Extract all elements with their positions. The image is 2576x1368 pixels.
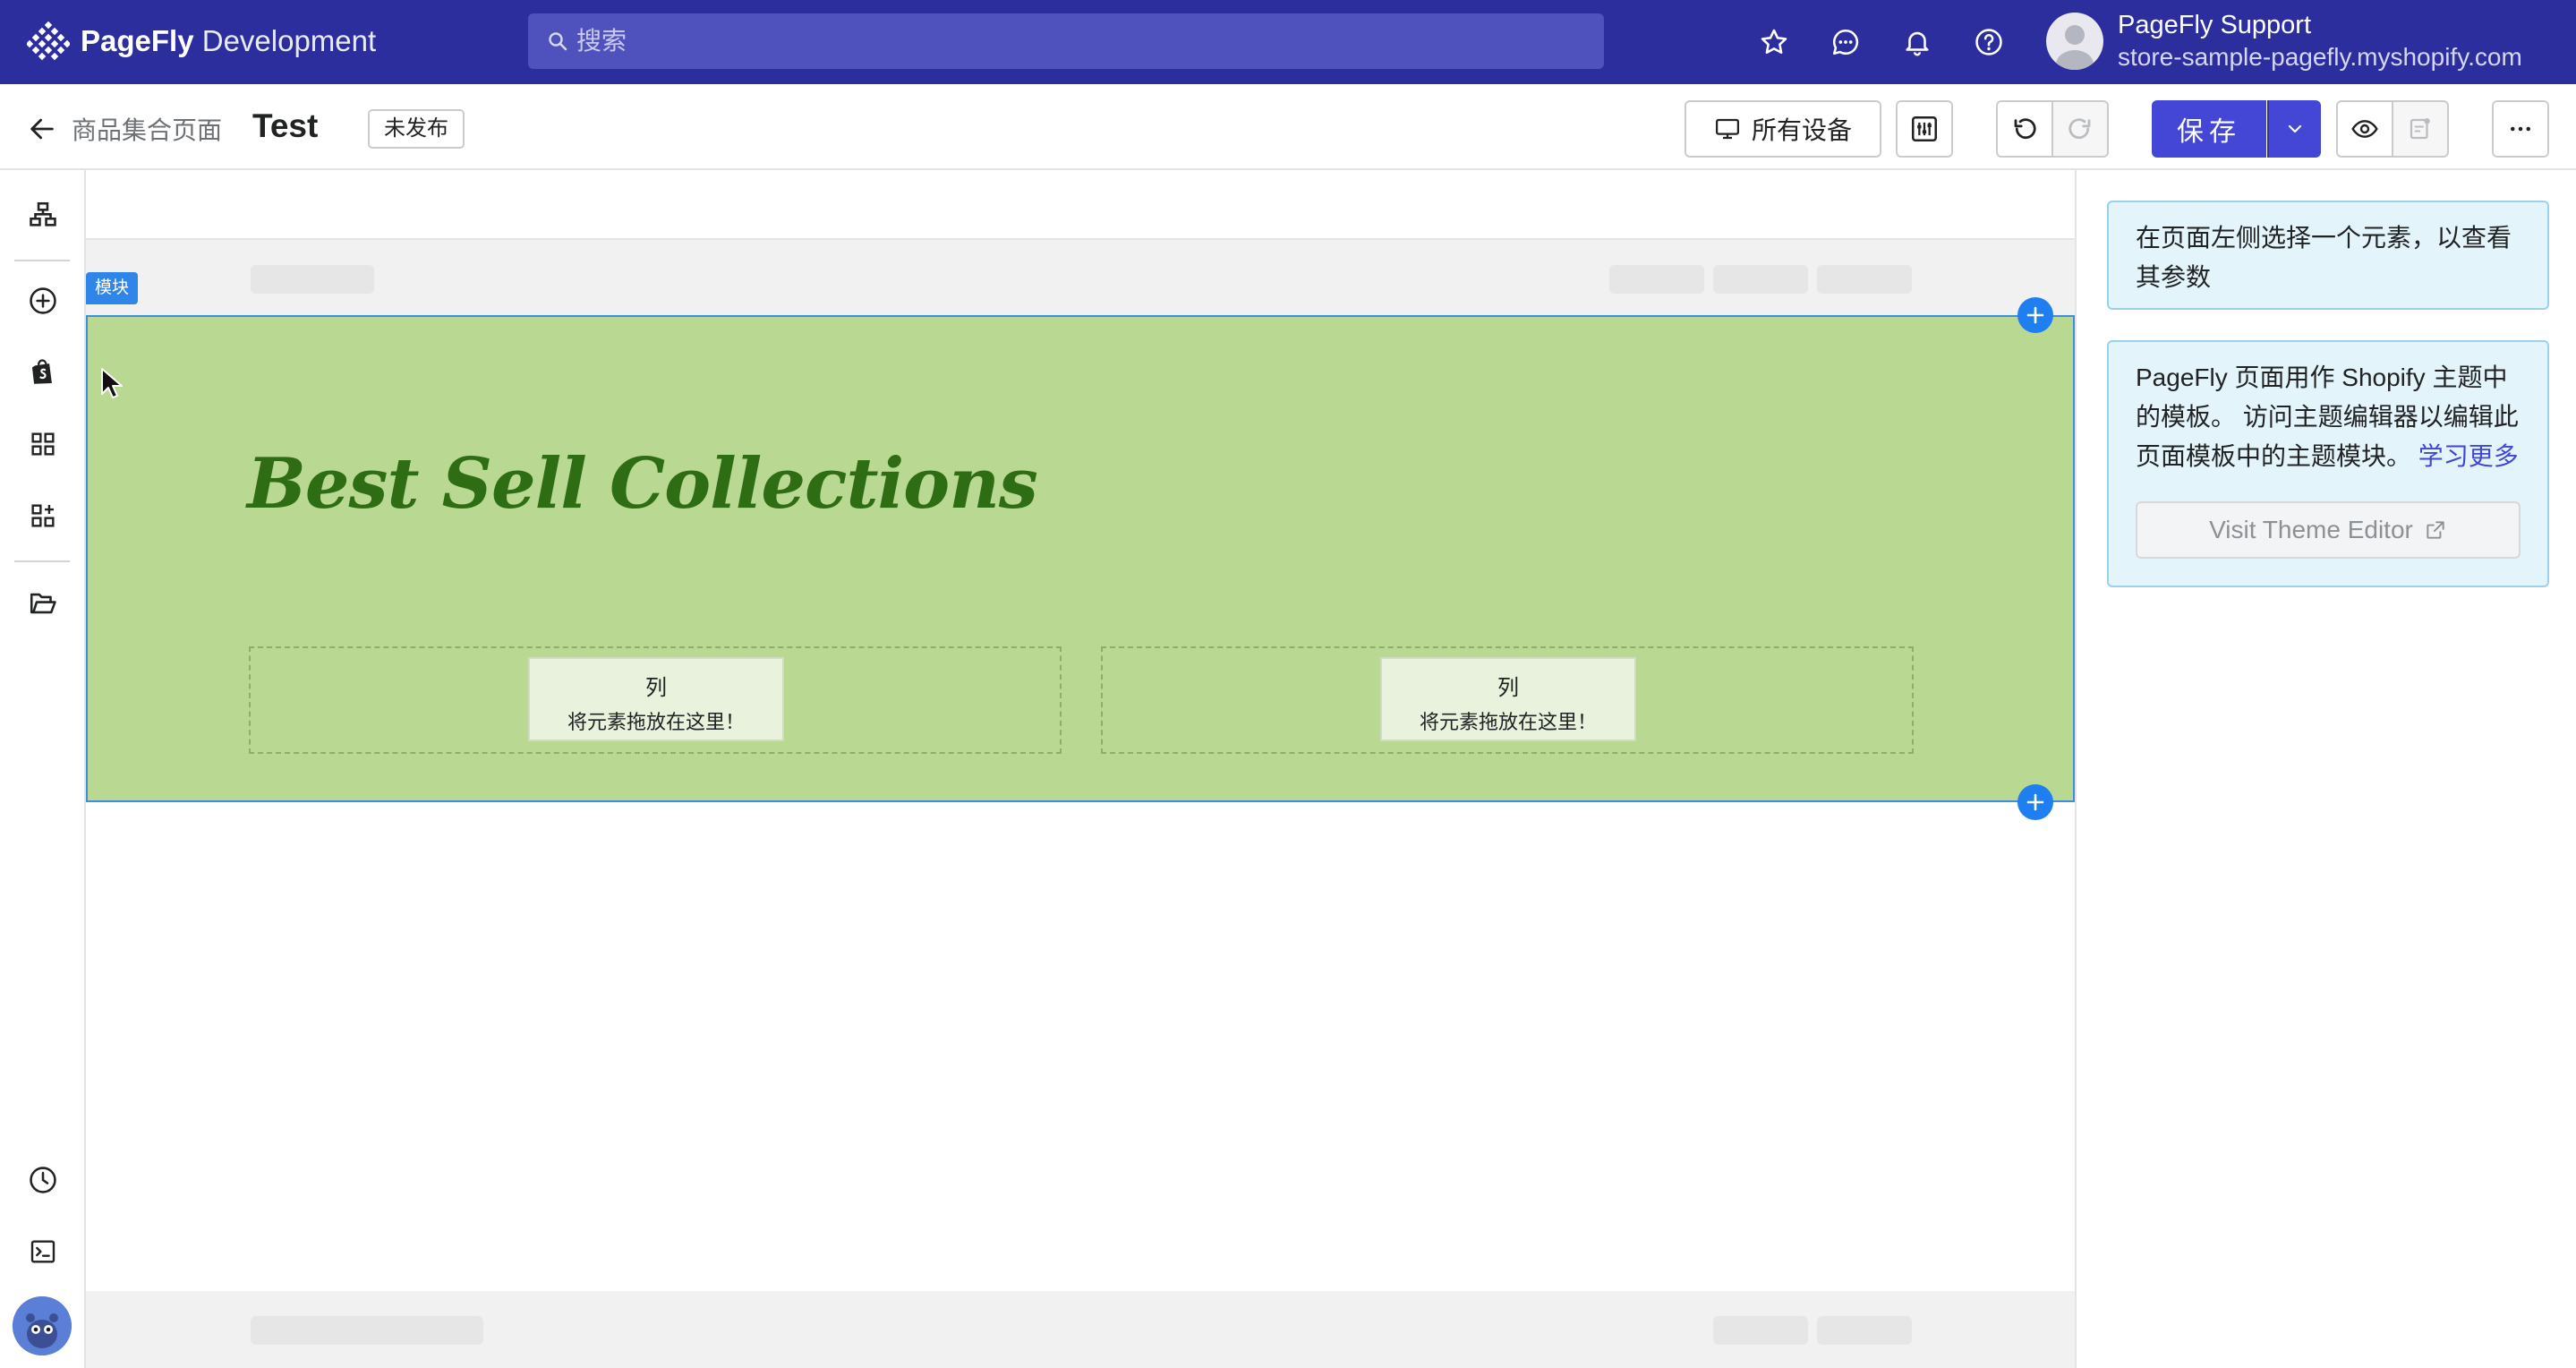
desktop-icon bbox=[1715, 118, 1739, 140]
add-element-icon[interactable] bbox=[25, 283, 61, 319]
column-label: 列 bbox=[645, 676, 667, 700]
left-sidebar bbox=[0, 170, 86, 1368]
history-clock-icon[interactable] bbox=[25, 1162, 61, 1198]
preview-button[interactable] bbox=[2336, 100, 2393, 158]
skeleton-logo bbox=[251, 265, 374, 294]
top-bar: PageFly Development PageFly Support stor… bbox=[0, 0, 2576, 84]
drop-hint: 将元素拖放在这里！ bbox=[1419, 711, 1597, 733]
search-input[interactable] bbox=[576, 27, 1561, 56]
select-hint-text: 在页面左侧选择一个元素，以查看其参数 bbox=[2136, 224, 2512, 291]
shopify-icon[interactable] bbox=[25, 355, 61, 390]
save-options-button[interactable] bbox=[2267, 100, 2321, 158]
section-heading[interactable]: Best Sell Collections bbox=[247, 443, 1038, 525]
chat-icon[interactable] bbox=[1828, 24, 1864, 60]
sliders-icon bbox=[1911, 115, 1938, 142]
eye-icon bbox=[2351, 120, 2378, 138]
folder-icon[interactable] bbox=[25, 586, 61, 621]
status-badge: 未发布 bbox=[368, 109, 465, 149]
drop-hint: 将元素拖放在这里！ bbox=[567, 711, 745, 733]
back-button[interactable]: 商品集合页面 bbox=[27, 111, 222, 147]
publish-button[interactable] bbox=[2392, 100, 2449, 158]
chevron-down-icon bbox=[2288, 124, 2302, 133]
add-section-above-button[interactable] bbox=[2017, 297, 2053, 333]
app-name: PageFly Development bbox=[81, 24, 377, 57]
templates-grid-icon[interactable] bbox=[25, 426, 61, 462]
plus-icon bbox=[2026, 793, 2044, 811]
external-link-icon bbox=[2427, 521, 2444, 539]
theme-info-text: PageFly 页面用作 Shopify 主题中的模板。 访问主题编辑器以编辑此… bbox=[2136, 363, 2519, 470]
properties-panel: 在页面左侧选择一个元素，以查看其参数 PageFly 页面用作 Shopify … bbox=[2078, 170, 2576, 1368]
user-name[interactable]: PageFly Support bbox=[2118, 11, 2311, 40]
learn-more-link[interactable]: 学习更多 bbox=[2418, 442, 2519, 470]
theme-template-info: PageFly 页面用作 Shopify 主题中的模板。 访问主题编辑器以编辑此… bbox=[2107, 340, 2549, 587]
skeleton-footer-item bbox=[1817, 1316, 1912, 1345]
code-terminal-icon[interactable] bbox=[25, 1234, 61, 1270]
skeleton-nav-item bbox=[1817, 265, 1912, 294]
theme-footer-placeholder bbox=[86, 1291, 2075, 1368]
device-selector-button[interactable]: 所有设备 bbox=[1685, 100, 1881, 158]
publish-icon bbox=[2410, 118, 2430, 140]
skeleton-nav-item bbox=[1713, 265, 1808, 294]
mouse-cursor-icon bbox=[101, 368, 123, 398]
user-store-domain[interactable]: store-sample-pagefly.myshopify.com bbox=[2118, 43, 2522, 72]
page-outline-icon[interactable] bbox=[25, 197, 61, 233]
redo-icon bbox=[2068, 118, 2091, 140]
user-avatar[interactable] bbox=[2046, 13, 2103, 70]
support-mascot-avatar[interactable] bbox=[13, 1296, 72, 1355]
pagefly-logo-icon bbox=[27, 21, 70, 61]
skeleton-footer-text bbox=[251, 1316, 483, 1345]
ellipsis-icon bbox=[2511, 126, 2530, 132]
theme-header-placeholder bbox=[86, 238, 2075, 315]
redo-button[interactable] bbox=[2051, 100, 2109, 158]
arrow-left-icon bbox=[30, 118, 54, 140]
rail-divider bbox=[14, 260, 70, 261]
star-icon[interactable] bbox=[1756, 24, 1792, 60]
rail-divider bbox=[14, 560, 70, 562]
add-section-below-button[interactable] bbox=[2017, 784, 2053, 820]
page-title[interactable]: Test bbox=[252, 107, 318, 145]
bell-icon[interactable] bbox=[1899, 24, 1935, 60]
search-bar[interactable] bbox=[528, 13, 1604, 69]
section-tag[interactable]: 模块 bbox=[86, 272, 139, 304]
device-label: 所有设备 bbox=[1751, 116, 1852, 144]
visit-theme-editor-button[interactable]: Visit Theme Editor bbox=[2136, 501, 2521, 559]
editor-canvas[interactable]: 模块 Best Sell Collections 列 将元素拖放在这里！ 列 将… bbox=[86, 170, 2077, 1368]
column-2-drop-zone[interactable]: 列 将元素拖放在这里！ bbox=[1380, 657, 1636, 741]
add-ons-icon[interactable] bbox=[25, 498, 61, 534]
more-options-button[interactable] bbox=[2492, 100, 2549, 158]
pagefly-logo[interactable]: PageFly Development bbox=[27, 20, 376, 63]
back-label: 商品集合页面 bbox=[72, 116, 223, 144]
undo-button[interactable] bbox=[1996, 100, 2053, 158]
plus-icon bbox=[2026, 306, 2044, 324]
help-icon[interactable] bbox=[1971, 24, 2007, 60]
column-1-drop-zone[interactable]: 列 将元素拖放在这里！ bbox=[528, 657, 784, 741]
undo-icon bbox=[2014, 118, 2036, 140]
save-button[interactable]: 保存 bbox=[2152, 100, 2266, 158]
settings-button[interactable] bbox=[1896, 100, 1953, 158]
search-icon bbox=[549, 32, 567, 51]
column-label: 列 bbox=[1497, 676, 1519, 700]
skeleton-footer-item bbox=[1713, 1316, 1808, 1345]
select-element-hint: 在页面左侧选择一个元素，以查看其参数 bbox=[2107, 201, 2549, 310]
editor-toolbar: 商品集合页面 Test 未发布 所有设备 保存 bbox=[0, 84, 2576, 170]
skeleton-nav-item bbox=[1609, 265, 1704, 294]
